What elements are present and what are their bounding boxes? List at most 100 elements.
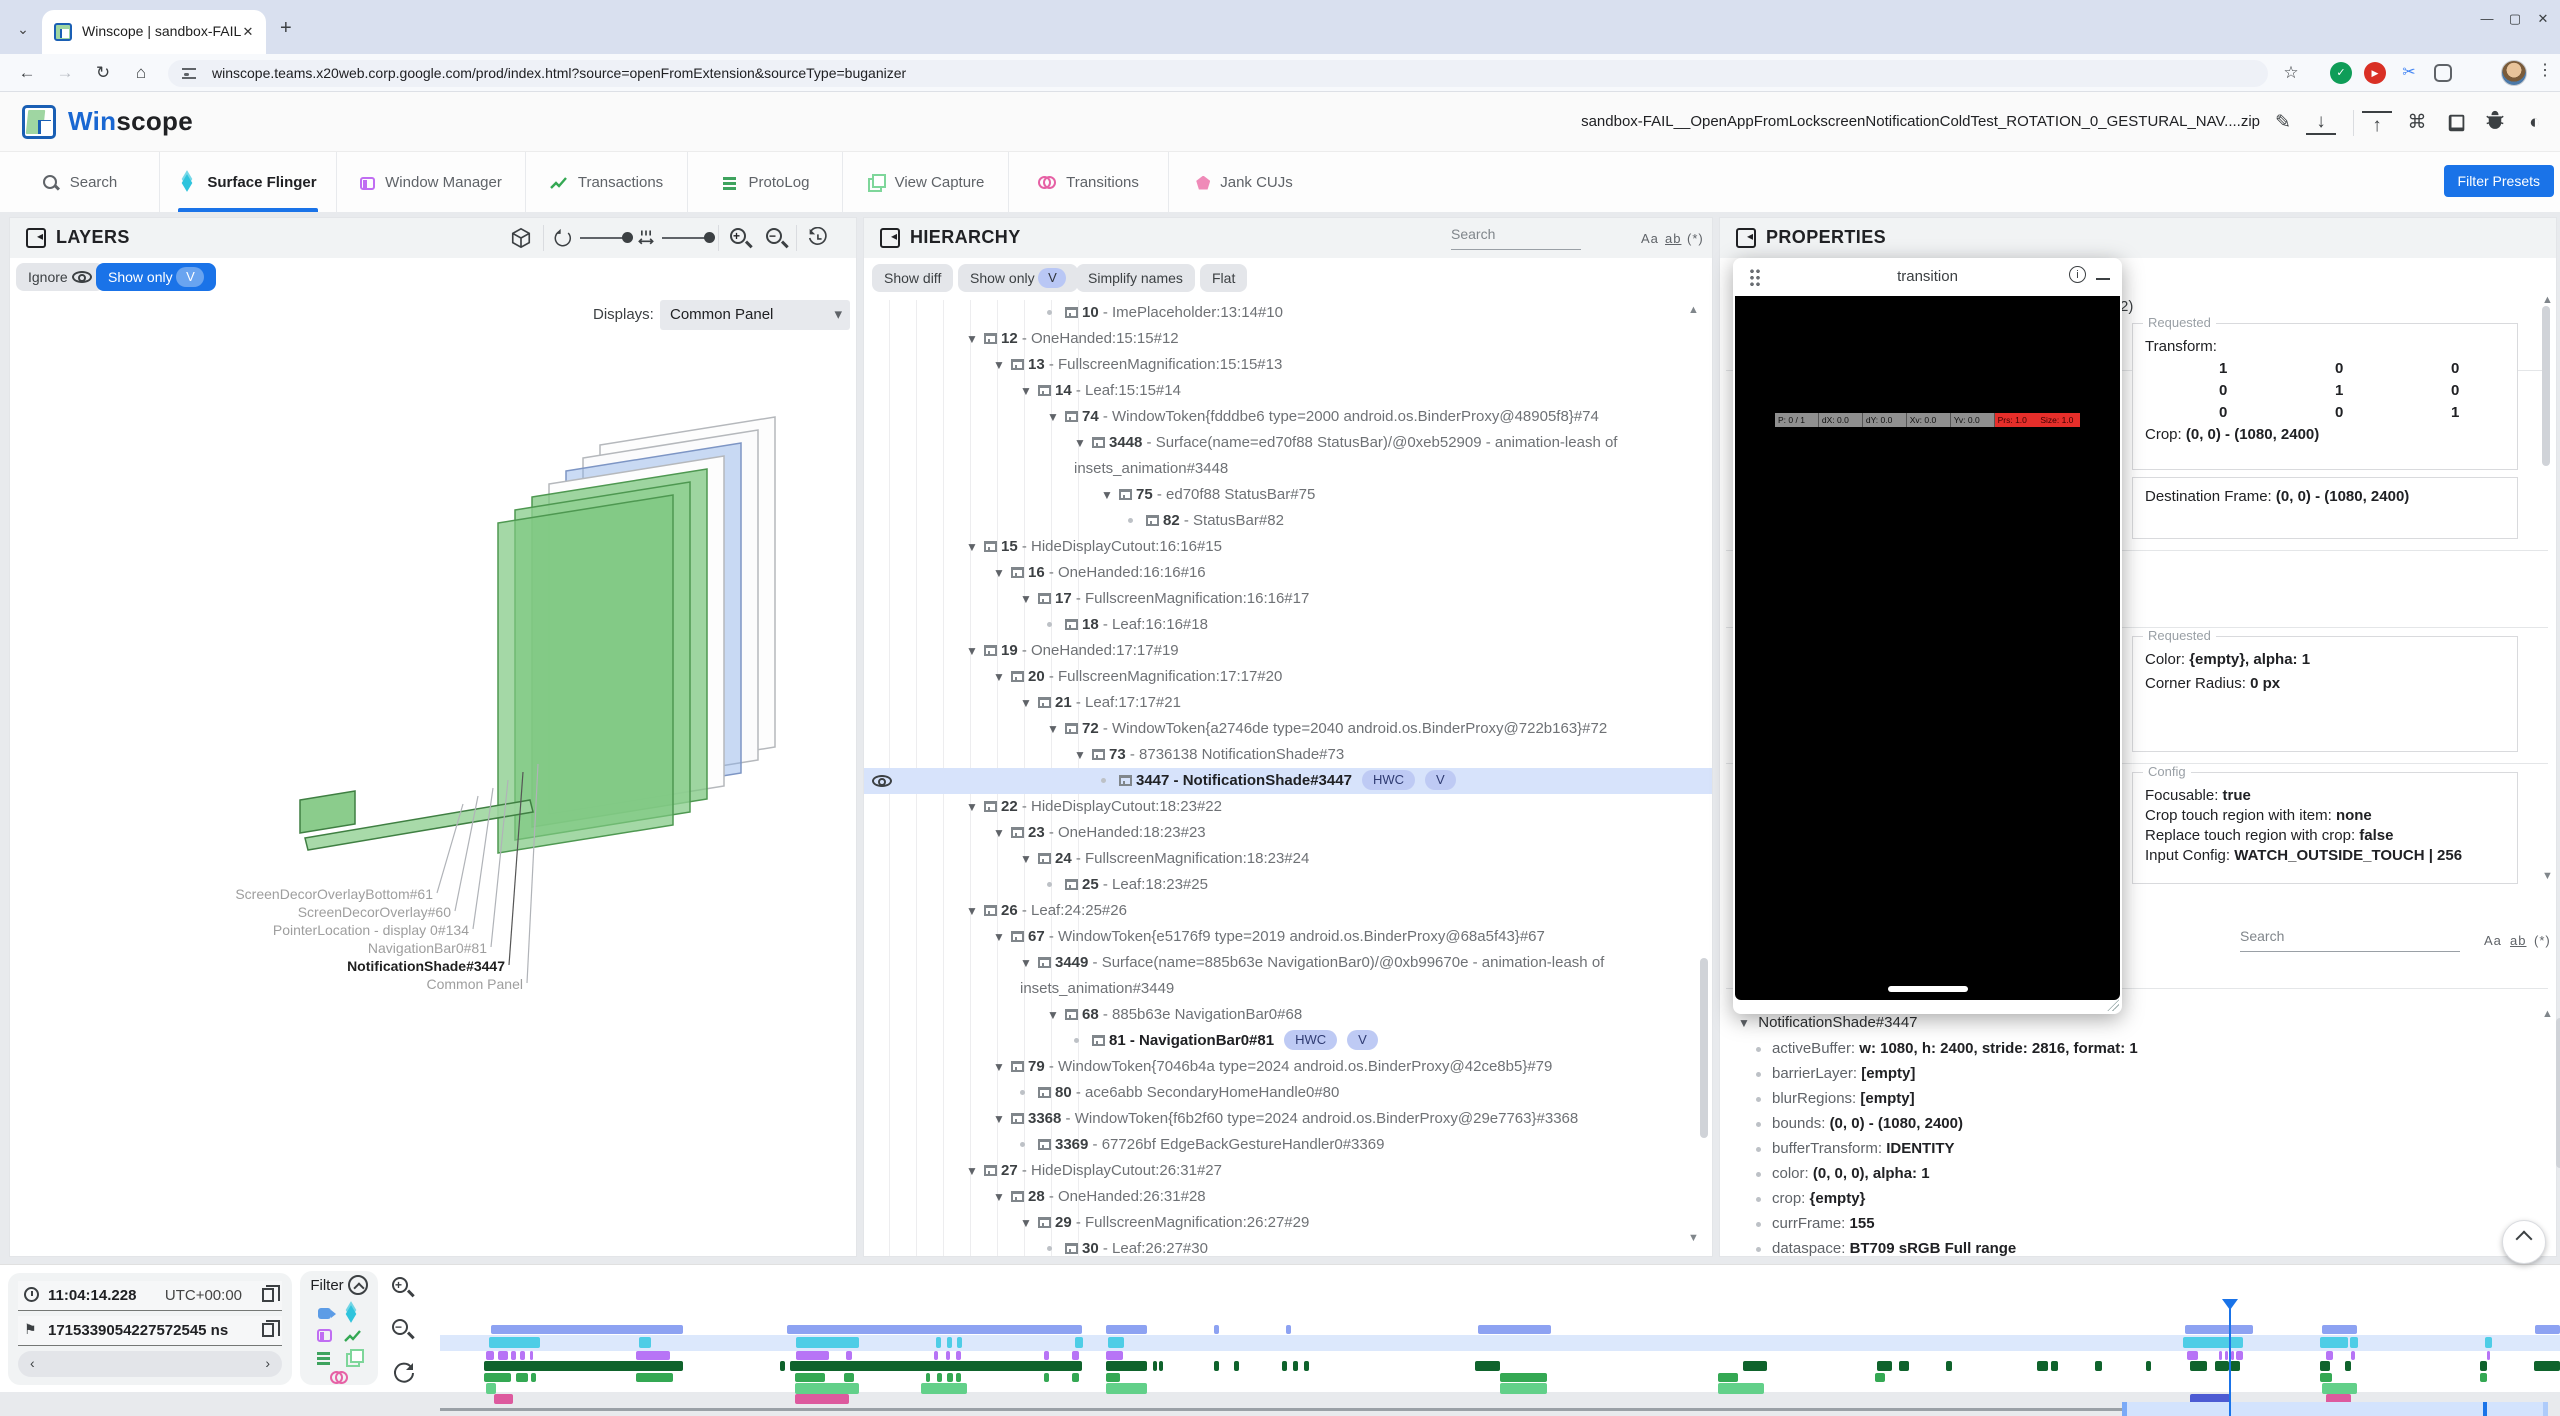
tree-node[interactable]: ▼12 - OneHanded:15:15#12 xyxy=(864,326,1712,352)
pin-icon[interactable] xyxy=(984,1164,993,1175)
tree-node[interactable]: ▼23 - OneHanded:18:23#23 xyxy=(864,820,1712,846)
collapse-panel-icon[interactable] xyxy=(26,228,46,248)
pin-icon[interactable] xyxy=(1011,1190,1020,1201)
tree-node[interactable]: ▼17 - FullscreenMagnification:16:16#17 xyxy=(864,586,1712,612)
expand-arrow-icon[interactable]: ▼ xyxy=(1020,846,1038,872)
shortcuts-icon[interactable]: ⌘ xyxy=(2402,108,2432,138)
tab-protolog[interactable]: ProtoLog xyxy=(687,152,842,212)
protolog-icon[interactable] xyxy=(315,1349,333,1365)
pin-icon[interactable] xyxy=(1011,930,1020,941)
trace-segment-transactions[interactable] xyxy=(2320,1361,2330,1371)
rotation-slider-knob[interactable] xyxy=(622,232,633,243)
show-only-v-chip[interactable]: Show only V xyxy=(96,263,216,291)
property-item[interactable]: blurRegions: [empty] xyxy=(1772,1090,1915,1107)
trace-segment-transactions[interactable] xyxy=(1153,1361,1157,1371)
pin-icon[interactable] xyxy=(1038,1138,1047,1149)
info-icon[interactable]: i xyxy=(2069,266,2086,283)
trace-segment-window-manager[interactable] xyxy=(2351,1351,2355,1360)
trace-segment-protolog[interactable] xyxy=(1500,1373,1547,1382)
expand-arrow-icon[interactable]: ▼ xyxy=(993,1184,1011,1210)
browser-menu-icon[interactable]: ⋮ xyxy=(2537,60,2553,80)
expand-arrow-icon[interactable]: ▼ xyxy=(1047,716,1065,742)
zoom-in-icon[interactable]: + xyxy=(730,228,746,249)
collapse-panel-icon[interactable] xyxy=(1736,228,1756,248)
trace-segment-screen-recording[interactable] xyxy=(1478,1325,1551,1334)
trace-segment-protolog[interactable] xyxy=(1072,1373,1079,1382)
trace-segment-window-manager[interactable] xyxy=(846,1351,852,1360)
pin-icon[interactable] xyxy=(1011,1112,1020,1123)
window-minimize-icon[interactable]: — xyxy=(2476,8,2498,30)
pin-icon[interactable] xyxy=(984,904,993,915)
match-case-toggle[interactable]: Aa xyxy=(1641,231,1659,246)
whole-word-toggle[interactable]: ab xyxy=(1665,231,1681,246)
trace-segment-window-manager[interactable] xyxy=(934,1351,938,1360)
trace-segment-protolog[interactable] xyxy=(926,1373,930,1382)
trace-segment-surface-flinger[interactable] xyxy=(957,1337,962,1348)
trace-segment-surface-flinger[interactable] xyxy=(639,1337,651,1348)
trace-segment-surface-flinger[interactable] xyxy=(2350,1337,2358,1348)
trace-segment-transactions[interactable] xyxy=(2230,1361,2240,1371)
trace-segment-view-capture[interactable] xyxy=(1500,1383,1547,1394)
tree-node[interactable]: 25 - Leaf:18:23#25 xyxy=(864,872,1712,898)
expand-arrow-icon[interactable]: ▼ xyxy=(1020,950,1038,976)
pin-icon[interactable] xyxy=(1038,1216,1047,1227)
report-bug-icon[interactable] xyxy=(2480,108,2510,138)
tree-node[interactable]: ▼22 - HideDisplayCutout:18:23#22 xyxy=(864,794,1712,820)
trace-segment-window-manager[interactable] xyxy=(2487,1351,2490,1360)
tree-node[interactable]: 80 - ace6abb SecondaryHomeHandle0#80 xyxy=(864,1080,1712,1106)
trace-segment-protolog[interactable] xyxy=(937,1373,942,1382)
expand-arrow-icon[interactable]: ▼ xyxy=(993,820,1011,846)
trace-segment-transactions[interactable] xyxy=(2480,1361,2487,1371)
trace-segment-transactions[interactable] xyxy=(2190,1361,2207,1371)
tab-search-icon[interactable]: ⌄ xyxy=(10,16,36,42)
tree-node[interactable]: ▼79 - WindowToken{7046b4a type=2024 andr… xyxy=(864,1054,1712,1080)
trace-segment-window-manager[interactable] xyxy=(956,1351,961,1360)
trace-segment-surface-flinger[interactable] xyxy=(1108,1337,1124,1348)
scissors-extension-icon[interactable]: ✂ xyxy=(2398,62,2420,84)
extension-check-icon[interactable]: ✓ xyxy=(2330,62,2352,84)
pin-icon[interactable] xyxy=(1065,722,1074,733)
trace-segment-window-manager[interactable] xyxy=(1106,1351,1123,1360)
timeline-reset-zoom-icon[interactable] xyxy=(392,1361,420,1389)
trace-segment-transactions[interactable] xyxy=(780,1361,785,1371)
trace-segment-transactions[interactable] xyxy=(1106,1361,1147,1371)
show-only-v-chip[interactable]: Show only V xyxy=(958,264,1078,292)
tree-node[interactable]: ▼13 - FullscreenMagnification:15:15#13 xyxy=(864,352,1712,378)
trace-segment-window-manager[interactable] xyxy=(2219,1351,2222,1360)
site-info-icon[interactable] xyxy=(182,68,196,79)
trace-segment-screen-recording[interactable] xyxy=(2322,1325,2357,1334)
tree-node[interactable]: ▼29 - FullscreenMagnification:26:27#29 xyxy=(864,1210,1712,1236)
trace-segment-screen-recording[interactable] xyxy=(1106,1325,1147,1334)
trace-segment-window-manager[interactable] xyxy=(2231,1351,2234,1360)
trace-segment-transactions[interactable] xyxy=(1743,1361,1767,1371)
download-traces-icon[interactable]: ↓ xyxy=(2306,111,2336,135)
rotation-slider[interactable] xyxy=(580,237,628,239)
pin-icon[interactable] xyxy=(1038,592,1047,603)
expand-arrow-icon[interactable]: ▼ xyxy=(1020,378,1038,404)
trace-segment-transactions[interactable] xyxy=(2146,1361,2151,1371)
documentation-book-icon[interactable] xyxy=(2442,108,2472,138)
trace-segment-protolog[interactable] xyxy=(844,1373,854,1382)
spacing-icon[interactable] xyxy=(636,228,656,253)
scroll-up-icon[interactable]: ▲ xyxy=(2542,294,2553,306)
properties-search-input[interactable]: Search xyxy=(2240,928,2460,952)
trace-segment-transactions[interactable] xyxy=(790,1361,1082,1371)
tab-window-manager[interactable]: Window Manager xyxy=(336,152,525,212)
trace-segment-transactions[interactable] xyxy=(1899,1361,1909,1371)
trace-segment-transactions[interactable] xyxy=(1282,1361,1287,1371)
extensions-puzzle-icon[interactable] xyxy=(2434,64,2452,82)
expand-arrow-icon[interactable]: ▼ xyxy=(993,560,1011,586)
trace-segment-surface-flinger[interactable] xyxy=(2320,1337,2348,1348)
trace-segment-window-manager[interactable] xyxy=(1072,1351,1079,1360)
hierarchy-search-input[interactable]: Search xyxy=(1451,226,1581,250)
tree-node[interactable]: ▼16 - OneHanded:16:16#16 xyxy=(864,560,1712,586)
zoom-out-icon[interactable]: − xyxy=(766,228,782,249)
tree-node[interactable]: 30 - Leaf:26:27#30 xyxy=(864,1236,1712,1256)
tab-transitions[interactable]: Transitions xyxy=(1008,152,1168,212)
resize-handle[interactable] xyxy=(2107,999,2119,1011)
pin-icon[interactable] xyxy=(1065,878,1074,889)
timeline-cursor[interactable] xyxy=(2229,1301,2231,1416)
pin-icon[interactable] xyxy=(1011,1060,1020,1071)
extension-play-icon[interactable]: ▶ xyxy=(2364,62,2386,84)
timeline-tracks[interactable] xyxy=(440,1293,2560,1393)
